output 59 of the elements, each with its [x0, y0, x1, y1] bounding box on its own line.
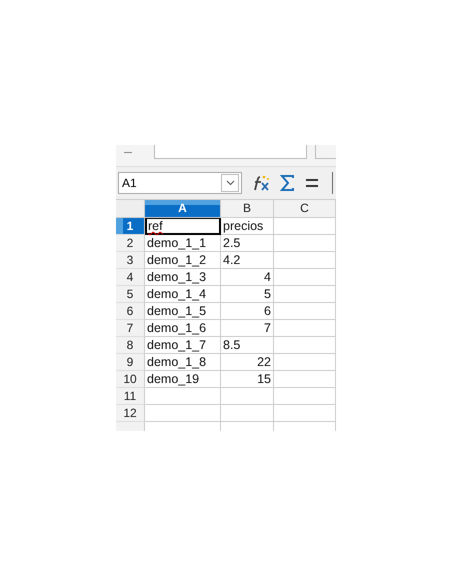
table-cell: 8.5 [221, 337, 274, 354]
empty-cell [274, 269, 336, 286]
empty-cell [274, 405, 336, 422]
row-header[interactable]: 10 [116, 371, 145, 388]
row-header[interactable]: 8 [116, 337, 145, 354]
toolbar-mark [124, 152, 132, 153]
row-header[interactable]: 11 [116, 388, 145, 405]
empty-cell [274, 354, 336, 371]
table-cell: 5 [221, 286, 274, 303]
table-cell: demo_1_8 [145, 354, 221, 371]
row-header[interactable]: 6 [116, 303, 145, 320]
row-header[interactable]: 12 [116, 405, 145, 422]
table-cell: 6 [221, 303, 274, 320]
table-cell: 2.5 [221, 235, 274, 252]
row-header[interactable]: 4 [116, 269, 145, 286]
table-cell: demo_1_4 [145, 286, 221, 303]
row-header[interactable]: 2 [116, 235, 145, 252]
empty-cell [274, 337, 336, 354]
chevron-down-icon [226, 180, 234, 186]
table-cell: 4.2 [221, 252, 274, 269]
empty-cell [274, 235, 336, 252]
toolbar-field[interactable] [315, 145, 336, 159]
row-header[interactable]: 3 [116, 252, 145, 269]
column-header[interactable]: B [221, 200, 274, 218]
table-cell: 7 [221, 320, 274, 337]
corner-cell[interactable] [116, 200, 145, 218]
table-cell: precios [221, 218, 274, 235]
table-cell: demo_19 [145, 371, 221, 388]
table-cell: ref [145, 218, 221, 235]
table-cell: demo_1_3 [145, 269, 221, 286]
table-cell: 15 [221, 371, 274, 388]
row-header[interactable]: 5 [116, 286, 145, 303]
name-box[interactable]: A1 [118, 172, 242, 194]
row-header[interactable]: 1 [116, 218, 145, 235]
table-cell: demo_1_2 [145, 252, 221, 269]
sum-icon[interactable] [280, 175, 296, 191]
empty-cell [274, 252, 336, 269]
empty-cell [274, 303, 336, 320]
table-cell: 22 [221, 354, 274, 371]
table-cell: 4 [221, 269, 274, 286]
table-cell: demo_1_7 [145, 337, 221, 354]
empty-cell [221, 388, 274, 405]
toolbar-field[interactable] [154, 145, 308, 159]
column-header[interactable]: C [274, 200, 336, 218]
dropdown-button[interactable] [221, 174, 239, 192]
table-cell: demo_1_5 [145, 303, 221, 320]
empty-cell [274, 286, 336, 303]
empty-cell [274, 371, 336, 388]
row-header[interactable]: 9 [116, 354, 145, 371]
equals-icon[interactable] [305, 178, 319, 188]
table-cell: demo_1_1 [145, 235, 221, 252]
empty-cell [274, 218, 336, 235]
table-cell: demo_1_6 [145, 320, 221, 337]
row-header[interactable]: 7 [116, 320, 145, 337]
function-wizard-icon[interactable] [251, 174, 271, 192]
column-header[interactable]: A [145, 200, 221, 218]
empty-cell [274, 388, 336, 405]
empty-cell [274, 320, 336, 337]
empty-cell [221, 405, 274, 422]
